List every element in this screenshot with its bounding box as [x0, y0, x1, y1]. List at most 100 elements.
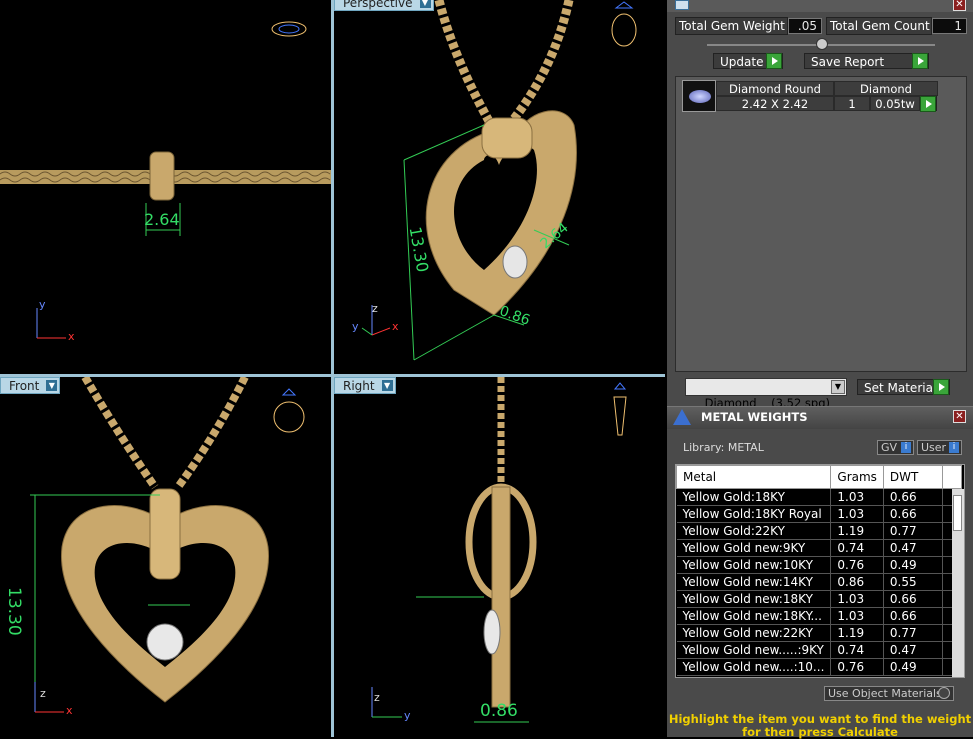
- cell-grams: 1.19: [830, 522, 884, 540]
- table-row[interactable]: Yellow Gold new:18KY... 1.03 0.66: [676, 607, 962, 625]
- gem-type-cell: Diamond: [834, 81, 938, 96]
- table-row[interactable]: Yellow Gold:22KY 1.19 0.77: [676, 522, 962, 540]
- table-row[interactable]: Yellow Gold new:10KY 0.76 0.49: [676, 556, 962, 574]
- panel-header: ✕: [667, 0, 973, 12]
- scrollbar-thumb[interactable]: [953, 495, 962, 531]
- play-icon[interactable]: [920, 96, 936, 112]
- close-icon[interactable]: ✕: [953, 0, 966, 11]
- axis-y-label: y: [39, 298, 46, 311]
- viewport-right[interactable]: Right ▼ 0.86 z y: [334, 377, 665, 737]
- cell-metal: Yellow Gold:18KY Royal: [676, 505, 832, 523]
- gem-size-cell: 2.42 X 2.42: [716, 96, 834, 111]
- viewport-divider-horizontal[interactable]: [0, 374, 665, 377]
- material-select[interactable]: Diamond (3.52 spg) ▼: [685, 378, 847, 410]
- column-header-spacer: [941, 465, 962, 489]
- play-icon[interactable]: [766, 53, 782, 69]
- play-icon[interactable]: [912, 53, 928, 69]
- axis-x-label: x: [68, 330, 75, 343]
- user-label: User: [921, 441, 947, 454]
- chevron-down-icon[interactable]: ▼: [46, 380, 58, 391]
- cell-metal: Yellow Gold new:22KY: [676, 624, 832, 642]
- viewport-perspective[interactable]: Perspective ▼ 13.30 2.64 0.86 z y x: [334, 0, 665, 374]
- save-report-button[interactable]: Save Report: [804, 53, 929, 69]
- table-scrollbar[interactable]: [952, 489, 964, 677]
- cell-grams: 1.03: [830, 505, 884, 523]
- total-gem-count-label: Total Gem Count: [826, 17, 932, 35]
- table-row[interactable]: Yellow Gold:18KY 1.03 0.66: [676, 488, 962, 506]
- cell-metal: Yellow Gold new:10KY: [676, 556, 832, 574]
- column-header-dwt[interactable]: DWT: [882, 465, 943, 489]
- save-report-label: Save Report: [811, 55, 885, 69]
- table-row[interactable]: Yellow Gold new....:10... 0.76 0.49: [676, 658, 962, 676]
- play-icon[interactable]: [933, 379, 949, 395]
- cell-grams: 1.19: [830, 624, 884, 642]
- viewport-top[interactable]: 2.64 y x: [0, 0, 331, 374]
- cell-dwt: 0.47: [883, 641, 943, 659]
- splitter-handle-icon[interactable]: [816, 38, 828, 50]
- right-view-render: [371, 377, 627, 723]
- chevron-down-icon[interactable]: ▼: [381, 380, 393, 391]
- viewport-label-right[interactable]: Right ▼: [334, 377, 396, 394]
- axis-z-label: z: [372, 302, 378, 315]
- gem-detail-button[interactable]: [920, 96, 937, 112]
- cell-metal: Yellow Gold new.....:9KY: [676, 641, 832, 659]
- right-dimension-label: 0.86: [480, 701, 518, 721]
- cell-grams: 1.03: [830, 488, 884, 506]
- cell-grams: 1.03: [830, 607, 884, 625]
- total-gem-weight-field[interactable]: .05: [788, 18, 822, 34]
- cell-metal: Yellow Gold new....:10...: [676, 658, 832, 676]
- update-button[interactable]: Update: [713, 53, 783, 69]
- table-row[interactable]: Yellow Gold new:14KY 0.86 0.55: [676, 573, 962, 591]
- table-row[interactable]: Yellow Gold new.....:9KY 0.74 0.47: [676, 641, 962, 659]
- viewport-front[interactable]: Front ▼ 13.30 z x: [0, 377, 331, 737]
- column-header-grams[interactable]: Grams: [830, 465, 884, 489]
- viewport-label-perspective[interactable]: Perspective ▼: [334, 0, 434, 11]
- column-header-metal[interactable]: Metal: [676, 465, 832, 489]
- close-icon[interactable]: ✕: [953, 410, 966, 423]
- viewport-divider-vertical[interactable]: [331, 0, 334, 737]
- info-icon: i: [901, 442, 911, 453]
- total-gem-weight-label: Total Gem Weight: [675, 17, 788, 35]
- right-label-text: Right: [343, 379, 375, 393]
- viewport-label-front[interactable]: Front ▼: [0, 377, 61, 394]
- cell-dwt: 0.66: [883, 505, 943, 523]
- cell-grams: 0.74: [830, 641, 884, 659]
- cell-grams: 0.74: [830, 539, 884, 557]
- metal-weights-titlebar: METAL WEIGHTS ✕: [667, 406, 973, 429]
- gv-label: GV: [881, 441, 898, 454]
- metal-table-container[interactable]: Metal Grams DWT Yellow Gold:18KY 1.03 0.66…: [675, 464, 965, 678]
- gem-row[interactable]: Diamond Round Diamond 2.42 X 2.42 1 0.05…: [682, 80, 940, 112]
- front-view-render: [30, 377, 305, 713]
- cell-dwt: 0.66: [883, 607, 943, 625]
- chevron-down-icon[interactable]: ▼: [419, 0, 431, 8]
- cell-metal: Yellow Gold new:18KY: [676, 590, 832, 608]
- cell-metal: Yellow Gold:22KY: [676, 522, 832, 540]
- chevron-down-icon[interactable]: ▼: [831, 380, 845, 394]
- table-icon: [675, 0, 689, 10]
- cell-grams: 0.76: [830, 556, 884, 574]
- cell-dwt: 0.49: [883, 658, 943, 676]
- use-object-materials-toggle[interactable]: Use Object Materials: [824, 686, 954, 701]
- gem-weight-cell: 0.05tw: [870, 96, 920, 111]
- use-object-materials-label: Use Object Materials: [828, 687, 942, 700]
- user-toggle[interactable]: User i: [917, 440, 962, 455]
- gv-toggle[interactable]: GV i: [877, 440, 914, 455]
- set-material-button[interactable]: Set Material: [857, 379, 950, 395]
- gem-list: Diamond Round Diamond 2.42 X 2.42 1 0.05…: [675, 76, 967, 372]
- cell-grams: 0.76: [830, 658, 884, 676]
- table-row[interactable]: Yellow Gold new:9KY 0.74 0.47: [676, 539, 962, 557]
- table-row[interactable]: Yellow Gold new:18KY 1.03 0.66: [676, 590, 962, 608]
- update-label: Update: [720, 55, 764, 69]
- table-row[interactable]: Yellow Gold:18KY Royal 1.03 0.66: [676, 505, 962, 523]
- table-row[interactable]: Yellow Gold new:22KY 1.19 0.77: [676, 624, 962, 642]
- metal-weights-table: Metal Grams DWT Yellow Gold:18KY 1.03 0.66…: [676, 465, 962, 676]
- total-gem-count-field[interactable]: 1: [932, 18, 967, 34]
- metal-weights-icon: [673, 409, 691, 425]
- axis-z-label: z: [40, 687, 46, 700]
- radio-icon[interactable]: [938, 687, 950, 699]
- set-material-label: Set Material: [864, 381, 937, 395]
- cell-grams: 0.86: [830, 573, 884, 591]
- cell-dwt: 0.66: [883, 488, 943, 506]
- cell-dwt: 0.77: [883, 624, 943, 642]
- front-label-text: Front: [9, 379, 40, 393]
